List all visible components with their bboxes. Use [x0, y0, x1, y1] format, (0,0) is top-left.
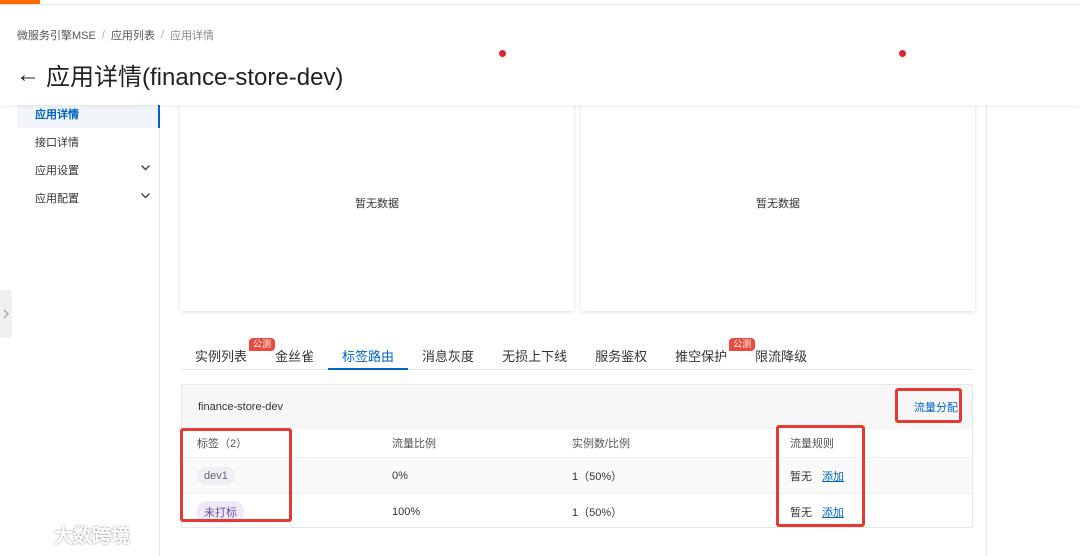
add-rule-link[interactable]: 添加 [822, 468, 844, 484]
tab-push-empty-protection[interactable]: 推空保护 公测 [661, 338, 756, 369]
tag-chip: 未打标 [197, 500, 244, 523]
tab-rate-limit[interactable]: 限流降级 [741, 340, 821, 369]
column-header-rule: 流量规则 [790, 438, 834, 450]
back-arrow-icon[interactable]: ← [16, 62, 40, 87]
tag-routing-panel: finance-store-dev 流量分配 标签（2） 流量比例 实例数/比例… [181, 384, 973, 528]
watermark-text: 大数跨境 [54, 525, 131, 547]
breadcrumb: 微服务引擎MSE / 应用列表 / 应用详情 [17, 27, 214, 43]
red-dot-marker [899, 50, 906, 57]
tab-instance-list[interactable]: 实例列表 公测 [181, 338, 276, 369]
page-title-text: 应用详情(finance-store-dev) [46, 64, 344, 91]
content-right-border [986, 100, 987, 556]
empty-state-text: 暂无数据 [756, 198, 800, 210]
rule-status: 暂无 [790, 506, 812, 519]
tab-tag-routing[interactable]: 标签路由 [328, 340, 409, 370]
instance-count: 1（50%） [572, 506, 623, 519]
watermark: 大数跨境 [8, 520, 130, 548]
watermark-logo-icon [9, 521, 50, 546]
tab-label: 推空保护 [675, 349, 728, 364]
sidebar-expand-handle[interactable] [0, 290, 12, 338]
table-row: dev1 0% 1（50%） 暂无 添加 [182, 457, 972, 493]
column-header-instances: 实例数/比例 [572, 438, 631, 450]
chevron-right-icon [3, 309, 9, 319]
breadcrumb-separator: / [160, 29, 164, 41]
sidebar-item-app-config[interactable]: 应用配置 [17, 184, 159, 212]
tab-label: 服务鉴权 [595, 349, 648, 364]
chevron-down-icon[interactable] [140, 162, 151, 176]
tab-service-auth[interactable]: 服务鉴权 [581, 340, 661, 369]
tab-label: 金丝雀 [275, 349, 315, 364]
chart-card-left: 暂无数据 [180, 95, 574, 311]
red-dot-marker [499, 50, 506, 57]
tab-graceful-online-offline[interactable]: 无损上下线 [488, 340, 581, 369]
table-header: 标签（2） 流量比例 实例数/比例 流量规则 [182, 429, 972, 457]
sidebar-item-api-detail[interactable]: 接口详情 [17, 128, 159, 156]
panel-header: finance-store-dev 流量分配 [182, 385, 972, 429]
traffic-ratio: 100% [392, 505, 421, 518]
column-header-tag: 标签（2） [197, 438, 248, 450]
sidebar-item-label: 应用配置 [35, 193, 79, 205]
tab-label: 实例列表 [195, 349, 248, 364]
tag-chip: dev1 [197, 466, 235, 485]
feature-tabs: 实例列表 公测 金丝雀 标签路由 消息灰度 无损上下线 服务鉴权 推空保护 公测… [181, 338, 973, 370]
sidebar-item-app-settings[interactable]: 应用设置 [17, 156, 159, 184]
chart-card-right: 暂无数据 [581, 95, 975, 311]
tab-label: 标签路由 [342, 349, 395, 364]
rule-status: 暂无 [790, 470, 812, 483]
empty-state-text: 暂无数据 [355, 198, 399, 210]
chevron-down-icon[interactable] [140, 190, 151, 204]
tab-label: 限流降级 [755, 349, 808, 364]
breadcrumb-item-mse[interactable]: 微服务引擎MSE [17, 27, 96, 43]
breadcrumb-separator: / [101, 29, 105, 41]
instance-count: 1（50%） [572, 470, 623, 483]
tab-label: 消息灰度 [422, 349, 475, 364]
page-header: 微服务引擎MSE / 应用列表 / 应用详情 ← 应用详情(finance-st… [0, 5, 1080, 105]
sidebar: 应用详情 接口详情 应用设置 应用配置 [17, 100, 160, 556]
tab-message-gray[interactable]: 消息灰度 [408, 340, 488, 369]
traffic-ratio: 0% [392, 469, 408, 482]
tab-canary[interactable]: 金丝雀 [261, 340, 328, 369]
table-row: 未打标 100% 1（50%） 暂无 添加 [182, 493, 972, 529]
app-name: finance-store-dev [198, 401, 283, 413]
traffic-allocation-link[interactable]: 流量分配 [914, 399, 958, 415]
sidebar-item-label: 接口详情 [35, 137, 79, 149]
breadcrumb-item-app-list[interactable]: 应用列表 [111, 27, 155, 43]
breadcrumb-item-current: 应用详情 [169, 30, 214, 42]
tab-label: 无损上下线 [502, 349, 568, 364]
column-header-ratio: 流量比例 [392, 438, 436, 450]
page-title: ← 应用详情(finance-store-dev) [16, 57, 343, 92]
add-rule-link[interactable]: 添加 [822, 504, 844, 520]
sidebar-item-label: 应用设置 [35, 165, 79, 177]
sidebar-item-label: 应用详情 [35, 109, 79, 121]
